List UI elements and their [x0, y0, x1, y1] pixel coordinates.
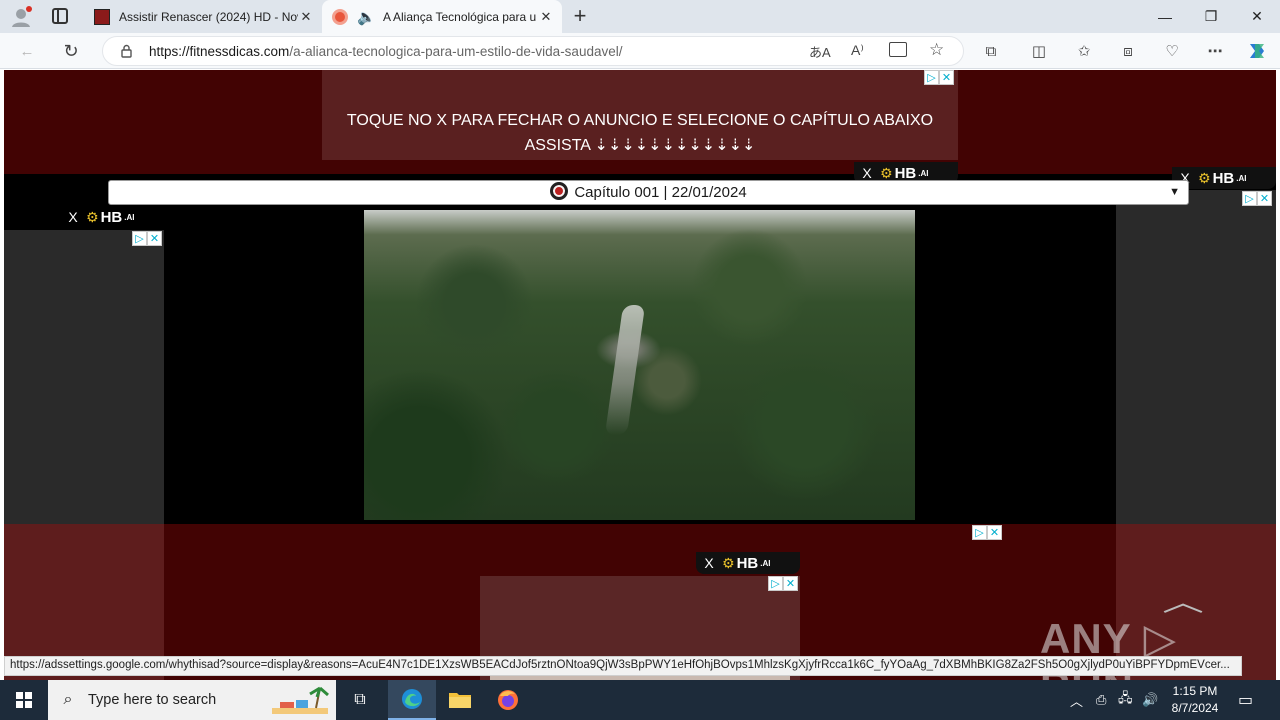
hb-ad-badge[interactable]: X ⚙ HB .AI [696, 552, 800, 574]
address-bar[interactable]: https://fitnessdicas.com/a-alianca-tecno… [102, 36, 964, 66]
tab-alianca[interactable]: 🔈 A Aliança Tecnológica para u ✕ [322, 0, 562, 33]
browser-essentials-icon[interactable]: ♡ [1161, 40, 1183, 62]
web-page: TOQUE NO X PARA FECHAR O ANUNCIO E SELEC… [4, 70, 1276, 680]
refresh-icon[interactable]: ↻ [60, 40, 82, 62]
hb-close-button[interactable]: X [696, 555, 722, 571]
adchoices-top[interactable]: ▷ ✕ [924, 70, 954, 85]
task-view-icon[interactable]: ⧉ [336, 680, 384, 720]
adchoices-bottom[interactable]: ▷ ✕ [972, 525, 1002, 540]
favorite-star-icon[interactable]: ☆ [929, 40, 944, 60]
adchoices-left[interactable]: ▷ ✕ [132, 231, 162, 246]
ad-close-icon[interactable]: ✕ [1257, 191, 1272, 206]
status-bar-url: https://adssettings.google.com/whythisad… [4, 656, 1242, 676]
back-icon[interactable]: ← [16, 40, 38, 62]
taskbar-search[interactable]: ⌕ Type here to search [48, 680, 336, 720]
ad-close-icon[interactable]: ✕ [783, 576, 798, 591]
taskbar-clock[interactable]: 1:15 PM 8/7/2024 [1164, 683, 1226, 717]
new-tab-button[interactable]: + [568, 3, 592, 29]
search-icon: ⌕ [63, 691, 73, 708]
hb-gear-icon: ⚙ [722, 554, 735, 571]
file-explorer-icon[interactable] [436, 680, 484, 720]
taskbar: ⌕ Type here to search ⧉ ︿ ⎙ 🖧 🔊 1:15 PM … [0, 680, 1280, 720]
hb-logo: HB [894, 164, 917, 182]
start-button[interactable] [0, 680, 48, 720]
split-screen-icon[interactable]: ◫ [1028, 40, 1050, 62]
close-tab-icon[interactable]: ✕ [538, 9, 554, 25]
close-window-icon[interactable]: ✕ [1234, 0, 1280, 33]
adchoices-right[interactable]: ▷ ✕ [1242, 191, 1272, 206]
more-menu-icon[interactable]: ⋯ [1204, 40, 1226, 62]
close-tab-icon[interactable]: ✕ [298, 9, 314, 25]
top-ad-banner[interactable]: TOQUE NO X PARA FECHAR O ANUNCIO E SELEC… [322, 70, 958, 160]
tray-overflow-icon[interactable]: ︿ [1070, 680, 1083, 720]
ad-close-icon[interactable]: ✕ [147, 231, 162, 246]
ad-close-icon[interactable]: ✕ [939, 70, 954, 85]
url-text[interactable]: https://fitnessdicas.com/a-alianca-tecno… [149, 44, 622, 59]
volume-icon[interactable]: 🔊 [1142, 680, 1158, 720]
clock-date: 8/7/2024 [1171, 701, 1219, 715]
tab-title: A Aliança Tecnológica para u [383, 9, 537, 24]
url-host: https://fitnessdicas.com [149, 44, 290, 59]
device-icon[interactable]: ⎙ [1096, 680, 1106, 720]
read-aloud-icon[interactable]: A⁾ [851, 42, 864, 59]
ad-close-icon[interactable]: ✕ [987, 525, 1002, 540]
hb-logo: HB [1212, 169, 1235, 187]
tab-actions-icon[interactable] [52, 8, 68, 24]
notifications-icon[interactable]: ▭ [1238, 680, 1253, 720]
tab-strip: Assistir Renascer (2024) HD - Nov ✕ 🔈 A … [0, 0, 1280, 33]
hb-logo: HB [100, 208, 123, 226]
chapter-select-value: Capítulo 001 | 22/01/2024 [574, 184, 747, 201]
ad-instruction-text: TOQUE NO X PARA FECHAR O ANUNCIO E SELEC… [346, 112, 934, 129]
firefox-icon[interactable] [484, 680, 532, 720]
hb-gear-icon: ⚙ [880, 164, 893, 181]
url-path: /a-alianca-tecnologica-para-um-estilo-de… [289, 44, 623, 59]
hb-close-button[interactable]: X [854, 165, 880, 181]
minimize-icon[interactable]: — [1142, 0, 1188, 33]
lock-icon[interactable] [121, 44, 132, 58]
tab-title: Assistir Renascer (2024) HD - Nov [119, 9, 298, 24]
restore-icon[interactable]: ❐ [1188, 0, 1234, 33]
adchoices-icon[interactable]: ▷ [972, 525, 987, 540]
tab-renascer[interactable]: Assistir Renascer (2024) HD - Nov ✕ [86, 0, 320, 33]
hb-logo: HB [736, 554, 759, 572]
site-favicon-icon [332, 8, 348, 25]
network-icon[interactable]: 🖧 [1118, 680, 1133, 720]
browser-toolbar: ← ↻ https://fitnessdicas.com/a-alianca-t… [0, 33, 1280, 69]
chapter-select[interactable]: Capítulo 001 | 22/01/2024 ▼ [108, 180, 1189, 205]
windows-logo-icon [16, 692, 32, 708]
adchoices-bottom-ad[interactable]: ▷ ✕ [768, 576, 798, 591]
ad-assista-text: ASSISTA ⇣⇣⇣⇣⇣⇣⇣⇣⇣⇣⇣⇣ [524, 137, 756, 154]
hb-ai: .AI [760, 558, 771, 568]
hb-ai: .AI [1236, 173, 1247, 183]
search-placeholder: Type here to search [88, 692, 217, 708]
hb-close-button[interactable]: X [60, 209, 86, 225]
record-icon [550, 182, 569, 200]
copilot-icon[interactable] [1246, 40, 1268, 62]
immersive-reader-icon[interactable] [889, 42, 907, 57]
hb-ad-badge[interactable]: X ⚙ HB .AI [60, 206, 164, 228]
video-frame-waterfall [604, 305, 646, 435]
video-player[interactable] [364, 210, 915, 520]
speaker-icon[interactable]: 🔈 [357, 8, 376, 26]
adchoices-icon[interactable]: ▷ [924, 70, 939, 85]
adchoices-icon[interactable]: ▷ [768, 576, 783, 591]
extensions-icon[interactable]: ⧉ [980, 40, 1002, 62]
chevron-down-icon[interactable]: ▼ [1169, 181, 1180, 204]
translate-icon[interactable]: あA [809, 42, 831, 61]
edge-taskbar-icon[interactable] [388, 680, 436, 720]
search-highlight-icon [270, 684, 330, 716]
hb-gear-icon: ⚙ [86, 208, 99, 225]
collections-icon[interactable]: ⧈ [1117, 40, 1139, 62]
hb-ai: .AI [918, 168, 929, 178]
adchoices-icon[interactable]: ▷ [1242, 191, 1257, 206]
hb-gear-icon: ⚙ [1198, 169, 1211, 186]
clock-time: 1:15 PM [1172, 684, 1218, 698]
hb-ai: .AI [124, 212, 135, 222]
adchoices-icon[interactable]: ▷ [132, 231, 147, 246]
favorites-icon[interactable]: ✩ [1073, 40, 1095, 62]
site-favicon-icon [94, 8, 110, 25]
profile-icon[interactable] [10, 6, 32, 28]
screen: Assistir Renascer (2024) HD - Nov ✕ 🔈 A … [0, 0, 1280, 720]
